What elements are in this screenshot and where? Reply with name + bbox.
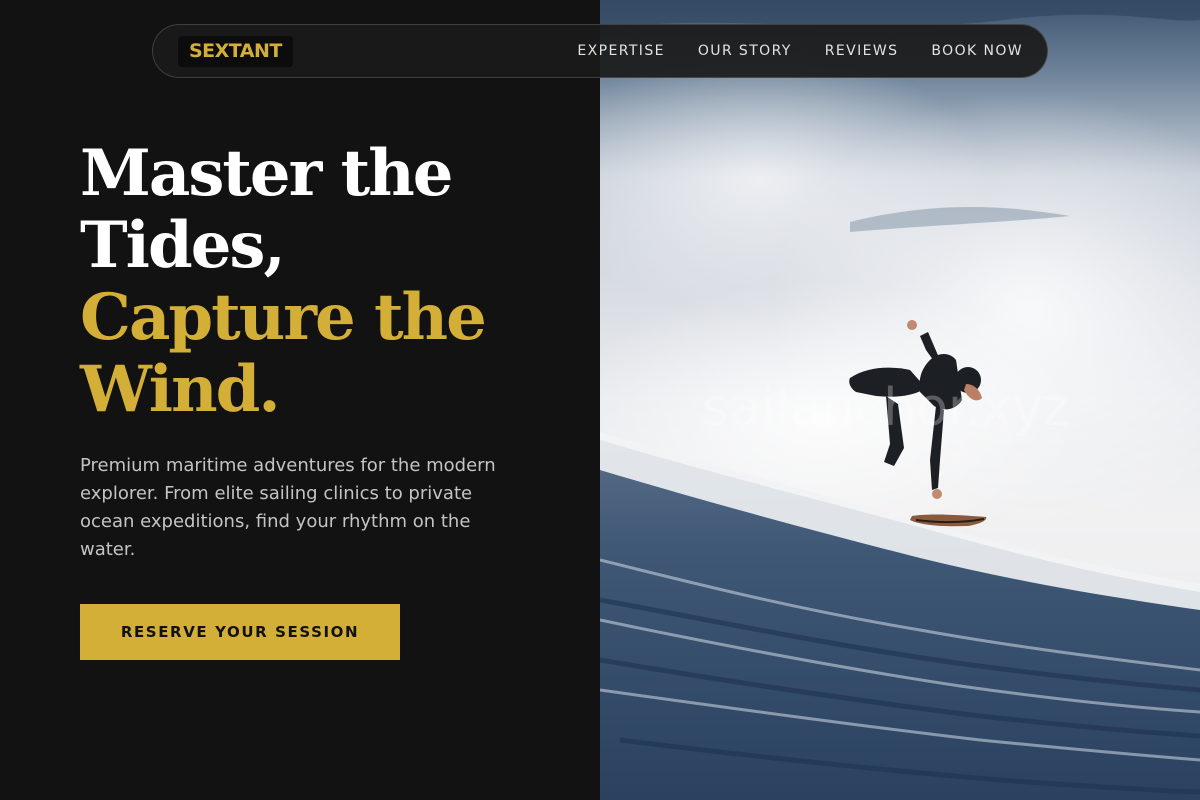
nav-link-reviews[interactable]: REVIEWS bbox=[825, 43, 899, 59]
hero-title-accent-line-1: Capture the bbox=[80, 280, 487, 355]
nav-link-expertise[interactable]: EXPERTISE bbox=[577, 43, 664, 59]
hero-title: Master the Tides, Capture the Wind. bbox=[80, 138, 580, 426]
nav-link-book-now[interactable]: BOOK NOW bbox=[931, 43, 1023, 59]
nav-link-our-story[interactable]: OUR STORY bbox=[698, 43, 792, 59]
reserve-session-button[interactable]: RESERVE YOUR SESSION bbox=[80, 604, 400, 660]
hero-title-accent-line-2: Wind. bbox=[80, 352, 281, 427]
hero-photo-surfer bbox=[600, 0, 1200, 800]
hero-description: Premium maritime adventures for the mode… bbox=[80, 455, 496, 560]
hero-title-line-2: Tides, bbox=[80, 208, 286, 283]
hero-title-line-1: Master the bbox=[80, 136, 453, 211]
brand-logo[interactable]: SEXTANT bbox=[178, 36, 293, 67]
nav-links: EXPERTISE OUR STORY REVIEWS BOOK NOW bbox=[577, 25, 1023, 77]
top-navbar: SEXTANT EXPERTISE OUR STORY REVIEWS BOOK… bbox=[152, 24, 1048, 78]
